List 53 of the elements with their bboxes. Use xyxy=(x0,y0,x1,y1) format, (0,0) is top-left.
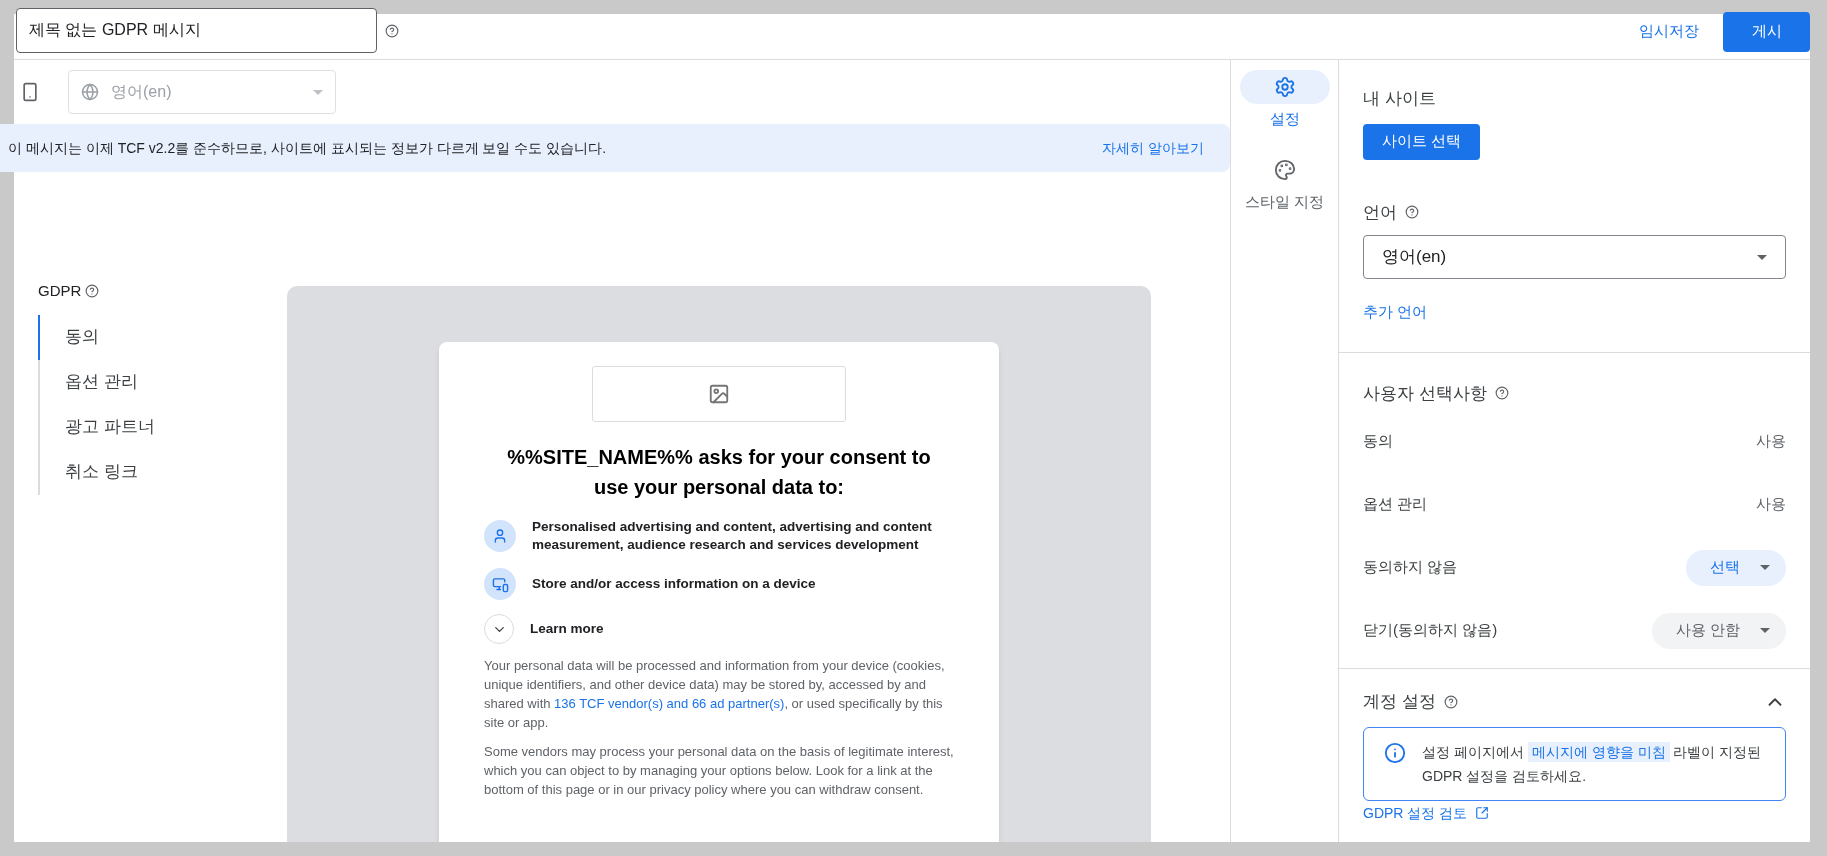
choice-value: 사용 xyxy=(1756,431,1786,452)
choice-dropdown[interactable]: 사용 안함 xyxy=(1651,612,1786,649)
choice-label: 옵션 관리 xyxy=(1363,494,1428,515)
choice-label: 동의하지 않음 xyxy=(1363,557,1458,578)
choice-label: 닫기(동의하지 않음) xyxy=(1363,620,1498,641)
globe-icon xyxy=(81,83,99,101)
consent-paragraph: Some vendors may process your personal data on the basis of legitimate interest, which you can object to by managing your options below. Look for a link at the bottom of this page or in our privacy policy where you can withdraw consent. xyxy=(484,743,954,799)
nav-item[interactable]: 옵션 관리 xyxy=(38,359,138,405)
dropdown-caret-icon xyxy=(1760,565,1770,570)
settings-icon xyxy=(1273,76,1296,98)
language-select[interactable]: 영어(en) xyxy=(1363,235,1786,279)
publish-button[interactable]: 게시 xyxy=(1723,11,1810,52)
image-icon xyxy=(708,383,730,405)
choice-value: 사용 xyxy=(1756,494,1786,515)
side-rail-tab[interactable]: 스타일 지정 xyxy=(1236,152,1333,213)
section-title: 계정 설정 xyxy=(1363,691,1436,713)
title-field[interactable]: 제목 없는 GDPR 메시지 xyxy=(16,8,377,53)
help-icon[interactable] xyxy=(1494,386,1509,401)
help-icon[interactable] xyxy=(85,284,100,299)
nav-item[interactable]: 광고 파트너 xyxy=(38,404,155,450)
help-icon[interactable] xyxy=(1443,694,1458,709)
choice-dropdown[interactable]: 선택 xyxy=(1686,549,1786,586)
external-link-icon xyxy=(1475,806,1490,820)
section-title: 내 사이트 xyxy=(1363,88,1437,110)
language-dropdown[interactable]: 영어(en) xyxy=(68,70,336,114)
phone-icon[interactable] xyxy=(20,82,40,102)
section-title: 사용자 선택사항 xyxy=(1363,382,1487,405)
section-title: 언어 xyxy=(1363,201,1397,224)
banner-text: 이 메시지는 이제 TCF v2.2를 준수하므로, 사이트에 표시되는 정보가 다르게 보일 수도 있습니다. xyxy=(8,138,607,158)
dropdown-caret-icon xyxy=(1760,628,1770,633)
learn-more-text: Learn more xyxy=(530,619,604,638)
choice-label: 동의 xyxy=(1363,431,1393,452)
purpose-text: Personalised advertising and content, advertising and content measurement, audience research and services development xyxy=(532,518,933,554)
nav-title: GDPR xyxy=(38,281,82,301)
purpose-icon xyxy=(484,568,516,600)
consent-paragraph: Your personal data will be processed and information from your device (cookies, unique identifiers, and other device data) may be stored by, accessed by and shared with 136 TCF vendor(s) and 66 ad partner(s), or used specifically by this site or app. xyxy=(484,657,946,732)
help-icon[interactable] xyxy=(1405,205,1419,220)
palette-icon xyxy=(1273,158,1296,181)
nav-item[interactable]: 동의 xyxy=(38,314,99,360)
dropdown-caret-icon xyxy=(1757,254,1767,260)
purpose-text: Store and/or access information on a device xyxy=(532,575,816,593)
consent-heading: %%SITE_NAME%% asks for your consent to use your personal data to: xyxy=(506,445,932,500)
purpose-icon xyxy=(484,520,516,552)
dropdown-caret-icon xyxy=(313,89,323,95)
save-draft-link[interactable]: 임시저장 xyxy=(1639,20,1699,43)
add-language-link[interactable]: 추가 언어 xyxy=(1363,301,1786,324)
info-icon xyxy=(1384,741,1406,764)
select-site-button[interactable]: 사이트 선택 xyxy=(1363,123,1480,160)
review-settings-link[interactable]: GDPR 설정 검토 xyxy=(1363,802,1786,824)
help-icon[interactable] xyxy=(385,23,399,38)
info-text: 설정 페이지에서 메시지에 영향을 미침 라벨이 지정된 GDPR 설정을 검토하세요. xyxy=(1422,740,1763,786)
nav-item[interactable]: 취소 링크 xyxy=(38,449,138,495)
learn-more-link[interactable]: 자세히 알아보기 xyxy=(1102,137,1204,159)
